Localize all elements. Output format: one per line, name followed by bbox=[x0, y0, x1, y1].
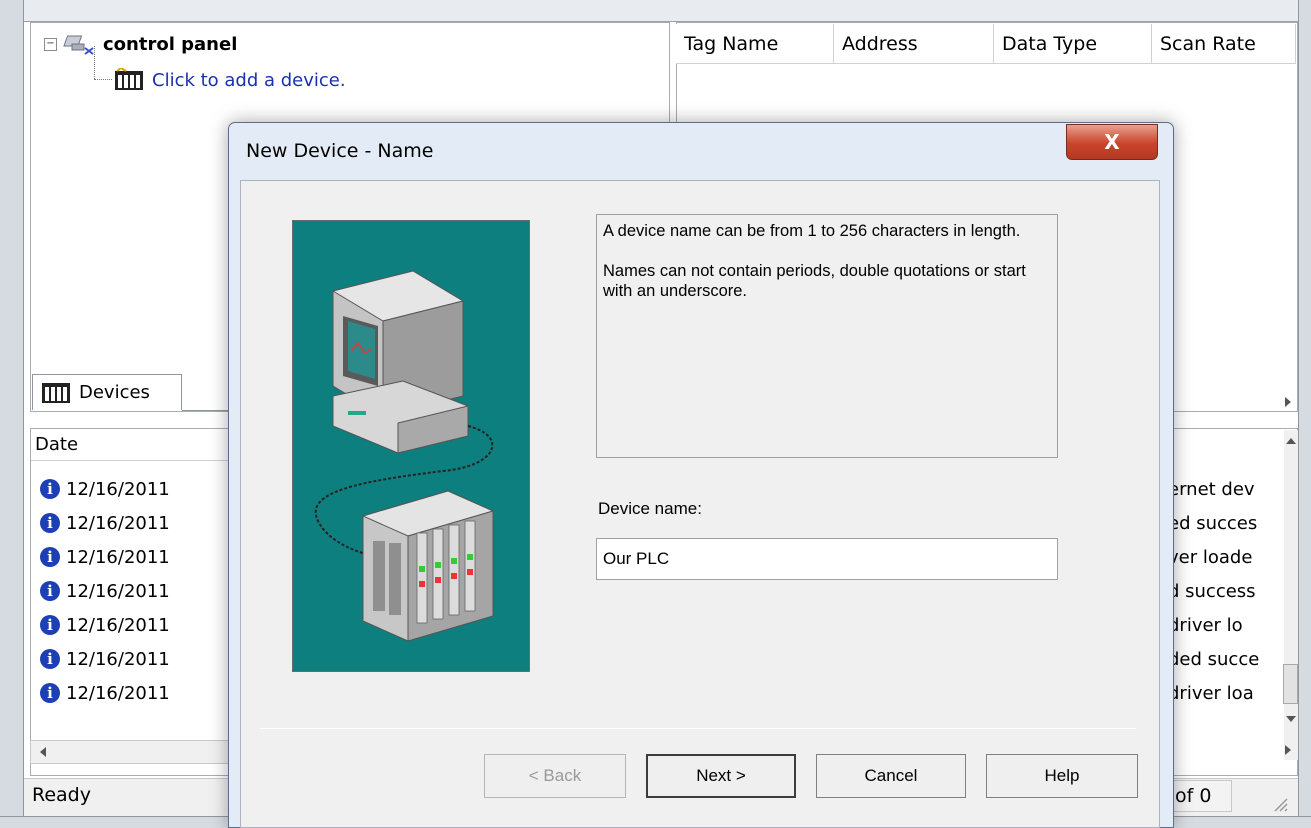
log-date: 12/16/2011 bbox=[66, 682, 170, 704]
tag-table-header: Tag Name Address Data Type Scan Rate bbox=[676, 24, 1296, 64]
log-message-partial: ed succes bbox=[1168, 512, 1258, 534]
log-message-partial: ver loade bbox=[1168, 546, 1253, 568]
tree-add-device-node[interactable]: Click to add a device. bbox=[114, 66, 346, 94]
close-icon: X bbox=[1104, 130, 1120, 154]
log-row[interactable]: i 12/16/2011 bbox=[40, 608, 170, 642]
description-text: Names can not contain periods, double qu… bbox=[603, 262, 1026, 300]
log-date: 12/16/2011 bbox=[66, 512, 170, 534]
info-icon: i bbox=[40, 547, 60, 567]
log-date: 12/16/2011 bbox=[66, 546, 170, 568]
window-frame-right bbox=[1298, 0, 1311, 828]
device-rack-icon bbox=[42, 382, 70, 403]
dialog-title: New Device - Name bbox=[246, 140, 434, 162]
info-icon: i bbox=[40, 683, 60, 703]
tree-connector bbox=[94, 79, 112, 80]
column-header-address[interactable]: Address bbox=[834, 24, 994, 64]
log-message-partial: ded succe bbox=[1168, 648, 1260, 670]
column-header-tag-name[interactable]: Tag Name bbox=[676, 24, 834, 64]
resize-grip-icon[interactable] bbox=[1272, 796, 1288, 812]
log-row[interactable]: i 12/16/2011 bbox=[40, 506, 170, 540]
close-button[interactable]: X bbox=[1066, 124, 1158, 160]
window-frame-left bbox=[0, 0, 24, 828]
next-button[interactable]: Next > bbox=[646, 754, 796, 798]
log-date: 12/16/2011 bbox=[66, 614, 170, 636]
device-name-label: Device name: bbox=[598, 499, 702, 518]
log-horizontal-scrollbar[interactable] bbox=[30, 740, 230, 764]
cancel-button[interactable]: Cancel bbox=[816, 754, 966, 798]
info-icon: i bbox=[40, 615, 60, 635]
scroll-left-icon[interactable] bbox=[38, 746, 48, 758]
log-date: 12/16/2011 bbox=[66, 580, 170, 602]
status-text: Ready bbox=[32, 784, 91, 806]
tree-root-label: control panel bbox=[103, 33, 238, 55]
description-box: A device name can be from 1 to 256 chara… bbox=[596, 214, 1058, 458]
log-message-partial: driver lo bbox=[1168, 614, 1243, 636]
log-row[interactable]: i 12/16/2011 bbox=[40, 676, 170, 710]
tree-add-device-link[interactable]: Click to add a device. bbox=[152, 70, 346, 91]
scroll-up-icon[interactable] bbox=[1285, 436, 1297, 446]
device-rack-icon bbox=[115, 68, 143, 90]
info-icon: i bbox=[40, 479, 60, 499]
device-name-input[interactable] bbox=[596, 538, 1058, 580]
collapse-icon[interactable]: − bbox=[44, 37, 57, 51]
channel-icon bbox=[63, 35, 94, 55]
description-text: A device name can be from 1 to 256 chara… bbox=[603, 222, 1021, 240]
log-row[interactable]: i 12/16/2011 bbox=[40, 472, 170, 506]
info-icon: i bbox=[40, 581, 60, 601]
log-message-partial: d success bbox=[1168, 580, 1256, 602]
info-icon: i bbox=[40, 649, 60, 669]
log-message-partial: ernet dev bbox=[1168, 478, 1255, 500]
back-button[interactable]: < Back bbox=[484, 754, 626, 798]
column-header-data-type[interactable]: Data Type bbox=[994, 24, 1152, 64]
scrollbar-thumb[interactable] bbox=[1283, 664, 1298, 704]
tab-devices[interactable]: Devices bbox=[32, 374, 182, 410]
help-button[interactable]: Help bbox=[986, 754, 1138, 798]
log-row[interactable]: i 12/16/2011 bbox=[40, 540, 170, 574]
tree-root-node[interactable]: − control panel bbox=[44, 30, 237, 58]
tab-devices-label: Devices bbox=[79, 382, 150, 403]
scroll-right-icon[interactable] bbox=[1283, 396, 1293, 408]
dialog-separator bbox=[260, 728, 1136, 729]
log-date: 12/16/2011 bbox=[66, 478, 170, 500]
log-row[interactable]: i 12/16/2011 bbox=[40, 574, 170, 608]
log-row[interactable]: i 12/16/2011 bbox=[40, 642, 170, 676]
scroll-right-icon[interactable] bbox=[1283, 744, 1293, 756]
tree-connector bbox=[94, 46, 95, 79]
log-vertical-scrollbar[interactable] bbox=[1284, 430, 1298, 760]
log-message-partial: driver loa bbox=[1168, 682, 1254, 704]
log-date: 12/16/2011 bbox=[66, 648, 170, 670]
wizard-illustration bbox=[292, 220, 530, 672]
computer-illustration bbox=[314, 270, 495, 642]
window-top-strip bbox=[0, 0, 1311, 22]
column-header-date[interactable]: Date bbox=[31, 429, 231, 461]
scroll-down-icon[interactable] bbox=[1285, 714, 1297, 724]
column-header-scan-rate[interactable]: Scan Rate bbox=[1152, 24, 1296, 64]
info-icon: i bbox=[40, 513, 60, 533]
